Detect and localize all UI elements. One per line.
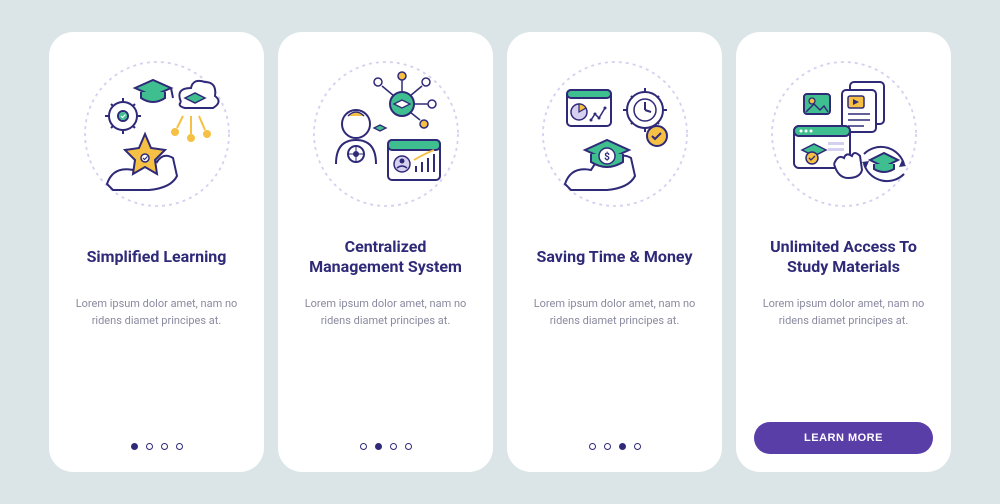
pagination-dots [507, 443, 722, 450]
onboarding-card: Centralized Management System Lorem ipsu… [278, 32, 493, 472]
pagination-dots [49, 443, 264, 450]
onboarding-card: Unlimited Access To Study Materials Lore… [736, 32, 951, 472]
dot[interactable] [131, 443, 138, 450]
dot[interactable] [161, 443, 168, 450]
dot[interactable] [589, 443, 596, 450]
card-title: Centralized Management System [296, 228, 475, 286]
pagination-dots [278, 443, 493, 450]
card-title: Saving Time & Money [536, 228, 692, 286]
dot[interactable] [619, 443, 626, 450]
card-description: Lorem ipsum dolor amet, nam no ridens di… [67, 296, 246, 329]
dot[interactable] [146, 443, 153, 450]
learn-more-button[interactable]: LEARN MORE [754, 422, 933, 454]
card-description: Lorem ipsum dolor amet, nam no ridens di… [754, 296, 933, 329]
dot[interactable] [405, 443, 412, 450]
dot[interactable] [375, 443, 382, 450]
dot[interactable] [176, 443, 183, 450]
centralized-management-icon [306, 54, 466, 214]
svg-text:$: $ [604, 150, 610, 163]
onboarding-card: $ Saving Time & Money Lorem ipsum dolor … [507, 32, 722, 472]
dot[interactable] [634, 443, 641, 450]
dot[interactable] [604, 443, 611, 450]
dot[interactable] [360, 443, 367, 450]
unlimited-access-icon [764, 54, 924, 214]
saving-time-money-icon: $ [535, 54, 695, 214]
card-description: Lorem ipsum dolor amet, nam no ridens di… [296, 296, 475, 329]
dot[interactable] [390, 443, 397, 450]
card-description: Lorem ipsum dolor amet, nam no ridens di… [525, 296, 704, 329]
simplified-learning-icon [77, 54, 237, 214]
card-title: Unlimited Access To Study Materials [754, 228, 933, 286]
onboarding-card: Simplified Learning Lorem ipsum dolor am… [49, 32, 264, 472]
card-title: Simplified Learning [87, 228, 227, 286]
